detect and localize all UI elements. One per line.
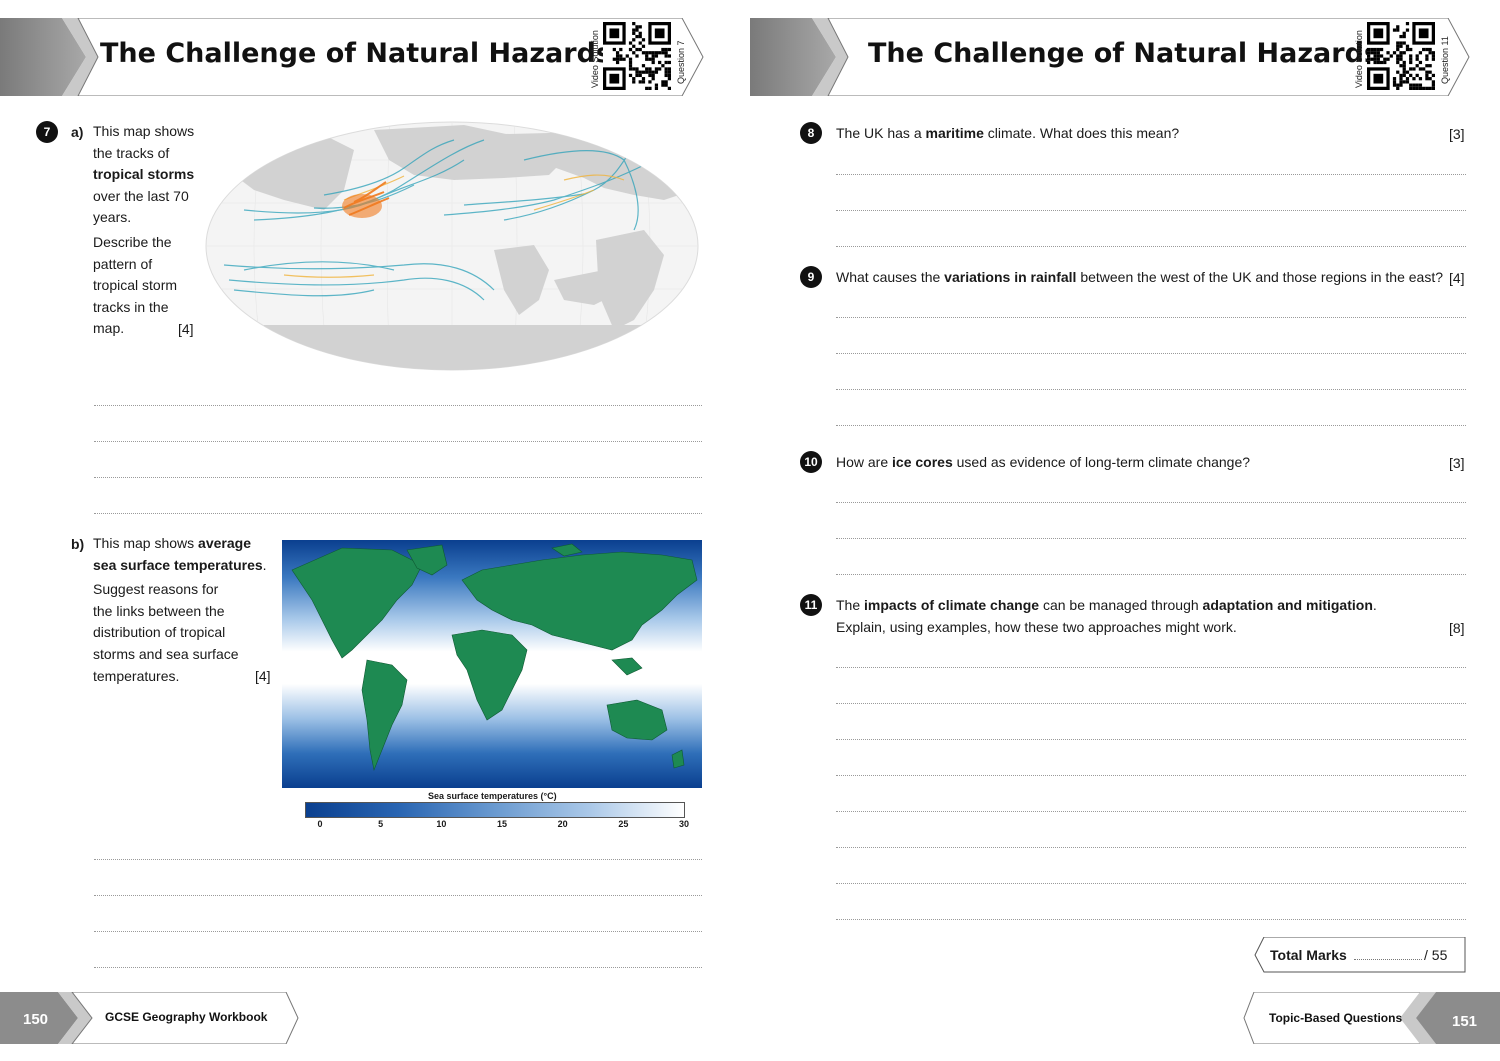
answer-line[interactable]	[836, 317, 1466, 318]
answer-line[interactable]	[836, 174, 1466, 175]
answer-line[interactable]	[836, 775, 1466, 776]
answer-line[interactable]	[836, 919, 1466, 920]
marks-label: [3]	[1449, 455, 1465, 471]
legend-tick-label: 0	[317, 819, 323, 829]
answer-line[interactable]	[94, 405, 702, 406]
legend-tick-label: 30	[678, 819, 690, 829]
total-marks-box: Total Marks / 55	[1254, 937, 1466, 973]
question-7a-text: This map shows the tracks of tropical st…	[93, 123, 195, 337]
question-7b-text: This map shows average sea surface tempe…	[93, 535, 267, 684]
question-label: Question 7	[676, 40, 686, 84]
total-marks-label: Total Marks	[1270, 947, 1347, 963]
answer-line[interactable]	[836, 574, 1466, 575]
left-page: The Challenge of Natural Hazards Video S…	[0, 0, 740, 1061]
legend-tick-label: 20	[557, 819, 568, 829]
legend-tick-label: 5	[378, 819, 384, 829]
question-number: 10	[800, 451, 822, 473]
question-11-text: The impacts of climate change can be man…	[836, 597, 1377, 635]
video-solution-label: Video Solution	[1354, 30, 1364, 88]
page-number: 151	[1452, 1013, 1478, 1030]
question-8-text: The UK has a maritime climate. What does…	[836, 125, 1180, 141]
question-number: 9	[800, 266, 822, 288]
left-footer: 150 GCSE Geography Workbook	[0, 991, 300, 1045]
answer-line[interactable]	[836, 739, 1466, 740]
part-label: b)	[71, 536, 85, 552]
answer-line[interactable]	[94, 895, 702, 896]
answer-line[interactable]	[836, 353, 1466, 354]
answer-line[interactable]	[94, 967, 702, 968]
question-label: Question 11	[1440, 36, 1450, 84]
total-marks-value: / 55	[1424, 947, 1448, 963]
answer-line[interactable]	[836, 538, 1466, 539]
footer-title: GCSE Geography Workbook	[105, 1010, 268, 1024]
marks-label: [4]	[178, 321, 194, 337]
page-number: 150	[23, 1011, 49, 1028]
sea-surface-temperature-map	[282, 540, 702, 788]
legend-tick-label: 15	[496, 819, 508, 829]
answer-line[interactable]	[836, 425, 1466, 426]
answer-line[interactable]	[836, 389, 1466, 390]
answer-line[interactable]	[94, 931, 702, 932]
legend-tick-label: 25	[618, 819, 629, 829]
marks-label: [4]	[1449, 270, 1465, 286]
answer-line[interactable]	[836, 703, 1466, 704]
answer-line[interactable]	[836, 811, 1466, 812]
question-9-text: What causes the variations in rainfall b…	[836, 269, 1444, 285]
answer-line[interactable]	[94, 513, 702, 514]
question-number: 11	[800, 594, 822, 616]
answer-line[interactable]	[836, 210, 1466, 211]
answer-line[interactable]	[836, 502, 1466, 503]
total-marks-entry-line[interactable]	[1354, 959, 1422, 960]
answer-line[interactable]	[836, 847, 1466, 848]
right-page: The Challenge of Natural Hazards Video S…	[750, 0, 1500, 1061]
video-solution-label: Video Solution	[590, 30, 600, 88]
tropical-storm-tracks-map	[205, 121, 699, 371]
footer-title: Topic-Based Questions	[1269, 1011, 1403, 1025]
qr-code-icon[interactable]	[1367, 22, 1435, 90]
right-footer: Topic-Based Questions 151	[1242, 991, 1500, 1045]
part-label: a)	[71, 124, 84, 140]
marks-label: [3]	[1449, 126, 1465, 142]
answer-line[interactable]	[836, 246, 1466, 247]
legend-title: Sea surface temperatures (°C)	[428, 791, 557, 801]
qr-code-icon[interactable]	[603, 22, 671, 90]
question-number: 7	[36, 121, 58, 143]
right-header: The Challenge of Natural Hazards Video S…	[750, 18, 1472, 96]
page-title: The Challenge of Natural Hazards	[868, 38, 1380, 69]
answer-line[interactable]	[836, 883, 1466, 884]
marks-label: [4]	[255, 668, 271, 684]
question-10-text: How are ice cores used as evidence of lo…	[836, 454, 1251, 470]
legend-tick-label: 10	[436, 819, 447, 829]
marks-label: [8]	[1449, 620, 1465, 636]
answer-line[interactable]	[94, 441, 702, 442]
left-header: The Challenge of Natural Hazards Video S…	[0, 18, 705, 96]
answer-line[interactable]	[836, 667, 1466, 668]
page-title: The Challenge of Natural Hazards	[100, 38, 612, 69]
answer-line[interactable]	[94, 477, 702, 478]
question-number: 8	[800, 122, 822, 144]
answer-line[interactable]	[94, 859, 702, 860]
temperature-legend-bar	[305, 802, 685, 818]
